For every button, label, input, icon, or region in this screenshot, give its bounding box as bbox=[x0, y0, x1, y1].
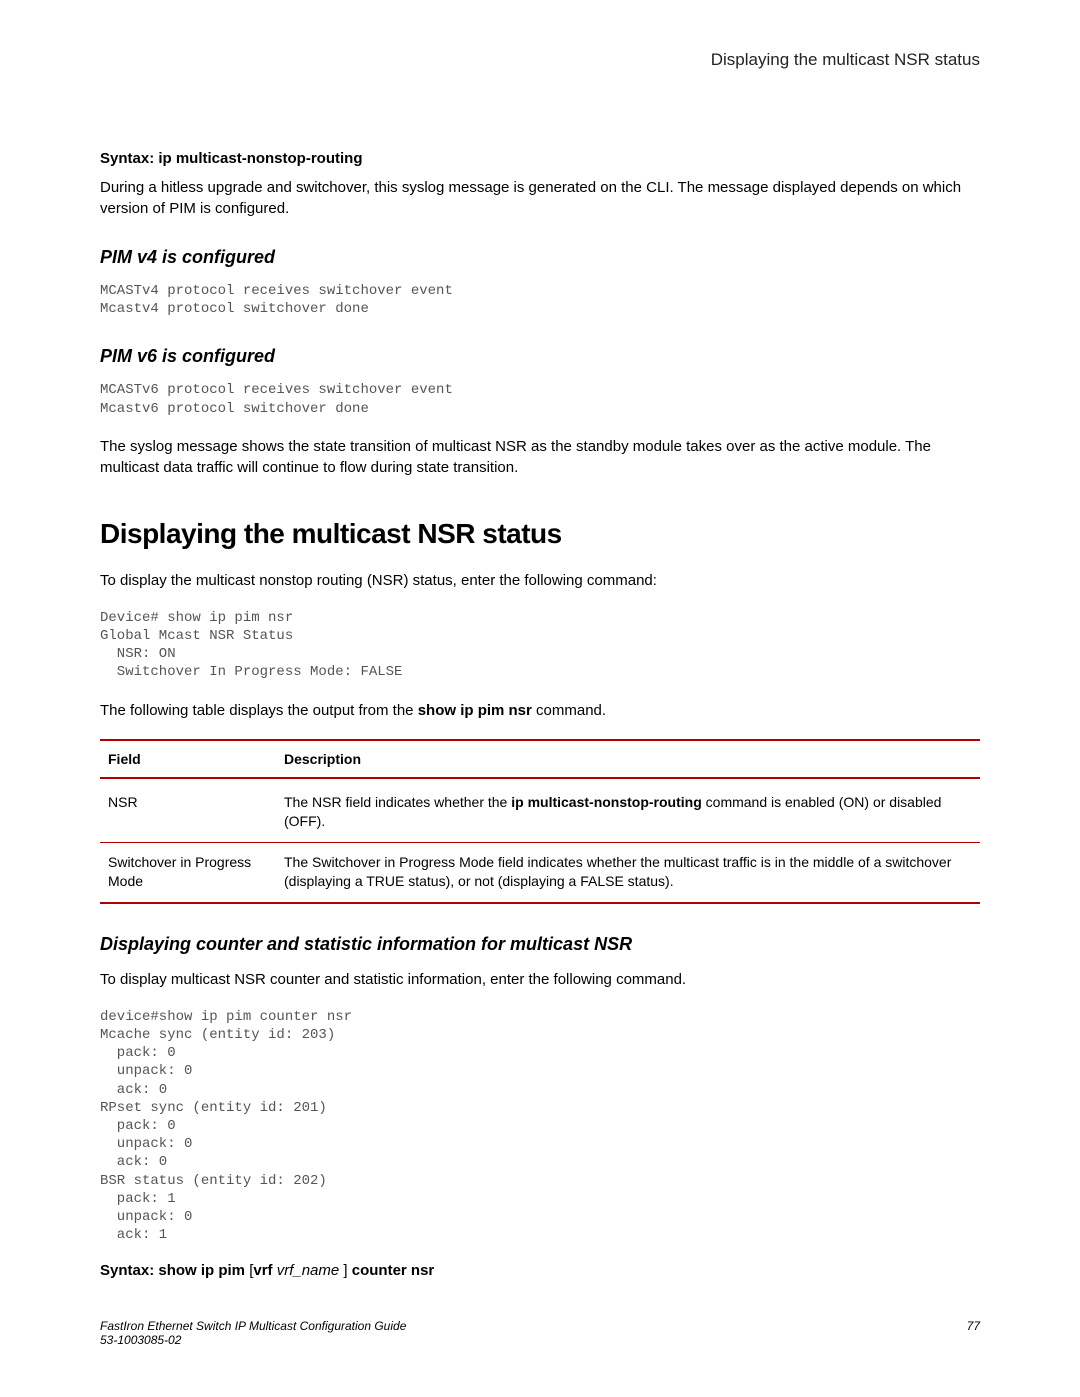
paragraph-counter-intro: To display multicast NSR counter and sta… bbox=[100, 969, 980, 990]
code-pim-v4: MCASTv4 protocol receives switchover eve… bbox=[100, 282, 980, 318]
paragraph-table-intro: The following table displays the output … bbox=[100, 700, 980, 721]
cell-desc: The Switchover in Progress Mode field in… bbox=[276, 842, 980, 903]
footer-title: FastIron Ethernet Switch IP Multicast Co… bbox=[100, 1319, 406, 1333]
paragraph-main-intro: To display the multicast nonstop routing… bbox=[100, 570, 980, 591]
syntax-label: Syntax: ip multicast-nonstop-routing bbox=[100, 150, 980, 167]
footer-page-number: 77 bbox=[967, 1319, 980, 1333]
th-field: Field bbox=[100, 740, 276, 778]
syntax-vrf: vrf bbox=[253, 1262, 276, 1279]
desc-pre: The NSR field indicates whether the bbox=[284, 794, 511, 810]
desc-bold: ip multicast-nonstop-routing bbox=[511, 794, 702, 810]
table-header-row: Field Description bbox=[100, 740, 980, 778]
syntax-vrf-name: vrf_name bbox=[277, 1262, 344, 1279]
section-main: Displaying the multicast NSR status To d… bbox=[100, 518, 980, 904]
code-counter: device#show ip pim counter nsr Mcache sy… bbox=[100, 1008, 980, 1244]
cell-field: NSR bbox=[100, 778, 276, 843]
cell-desc: The NSR field indicates whether the ip m… bbox=[276, 778, 980, 843]
table-row: NSR The NSR field indicates whether the … bbox=[100, 778, 980, 843]
heading-main: Displaying the multicast NSR status bbox=[100, 518, 980, 550]
syntax-pre: Syntax: show ip pim bbox=[100, 1262, 249, 1279]
text-post: command. bbox=[532, 702, 606, 719]
footer-docnum: 53-1003085-02 bbox=[100, 1333, 980, 1347]
th-desc: Description bbox=[276, 740, 980, 778]
table-row: Switchover in Progress Mode The Switchov… bbox=[100, 842, 980, 903]
section-counter: Displaying counter and statistic informa… bbox=[100, 934, 980, 1279]
code-main: Device# show ip pim nsr Global Mcast NSR… bbox=[100, 609, 980, 682]
cell-field: Switchover in Progress Mode bbox=[100, 842, 276, 903]
desc-pre: The Switchover in Progress Mode field in… bbox=[284, 854, 951, 890]
paragraph-intro: During a hitless upgrade and switchover,… bbox=[100, 177, 980, 219]
code-pim-v6: MCASTv6 protocol receives switchover eve… bbox=[100, 381, 980, 417]
heading-pim-v4: PIM v4 is configured bbox=[100, 247, 980, 268]
page-footer: FastIron Ethernet Switch IP Multicast Co… bbox=[100, 1319, 980, 1347]
syntax-counter: Syntax: show ip pim [vrf vrf_name ] coun… bbox=[100, 1262, 980, 1279]
running-header: Displaying the multicast NSR status bbox=[100, 50, 980, 70]
text-cmd: show ip pim nsr bbox=[418, 702, 532, 719]
text-pre: The following table displays the output … bbox=[100, 702, 418, 719]
syntax-post: counter nsr bbox=[352, 1262, 435, 1279]
section-pim-v4: PIM v4 is configured MCASTv4 protocol re… bbox=[100, 247, 980, 318]
paragraph-pim-v6: The syslog message shows the state trans… bbox=[100, 436, 980, 478]
output-table: Field Description NSR The NSR field indi… bbox=[100, 739, 980, 904]
page-container: Displaying the multicast NSR status Synt… bbox=[0, 0, 1080, 1397]
syntax-bracket-close: ] bbox=[343, 1262, 351, 1279]
heading-counter: Displaying counter and statistic informa… bbox=[100, 934, 980, 955]
section-syntax: Syntax: ip multicast-nonstop-routing Dur… bbox=[100, 150, 980, 219]
heading-pim-v6: PIM v6 is configured bbox=[100, 346, 980, 367]
section-pim-v6: PIM v6 is configured MCASTv6 protocol re… bbox=[100, 346, 980, 477]
